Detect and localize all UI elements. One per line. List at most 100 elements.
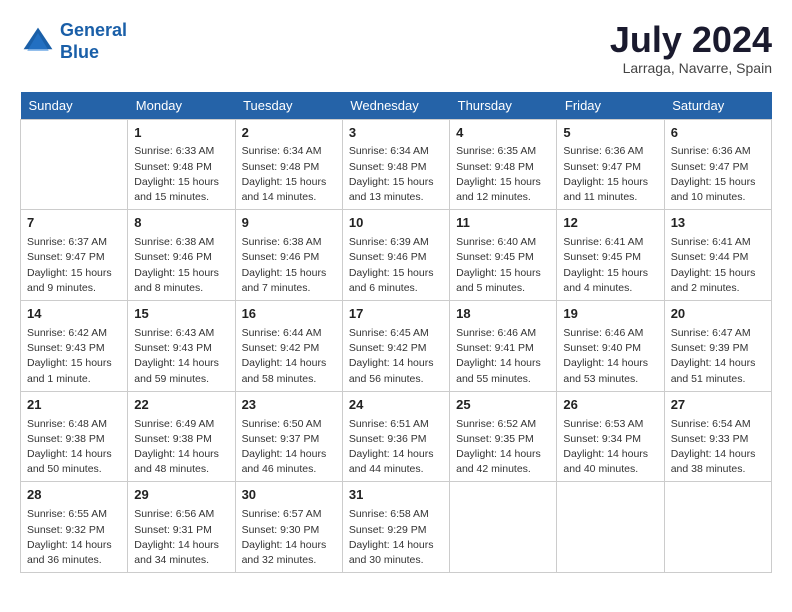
day-number: 20 — [671, 305, 765, 324]
calendar-cell: 6Sunrise: 6:36 AMSunset: 9:47 PMDaylight… — [664, 119, 771, 210]
cell-content: Sunrise: 6:56 AMSunset: 9:31 PMDaylight:… — [134, 507, 228, 568]
calendar-cell — [557, 482, 664, 573]
page-header: General Blue July 2024 Larraga, Navarre,… — [20, 20, 772, 76]
calendar-cell: 25 Sunrise: 6:52 AMSunset: 9:35 PMDayligh… — [450, 391, 557, 482]
calendar-cell: 20 Sunrise: 6:47 AMSunset: 9:39 PMDayligh… — [664, 301, 771, 392]
cell-content: Sunrise: 6:38 AMSunset: 9:46 PMDaylight:… — [242, 235, 336, 296]
week-row-5: 28 Sunrise: 6:55 AMSunset: 9:32 PMDayligh… — [21, 482, 772, 573]
cell-content: Sunrise: 6:38 AMSunset: 9:46 PMDaylight:… — [134, 235, 228, 296]
location: Larraga, Navarre, Spain — [610, 60, 772, 76]
calendar-cell: 16 Sunrise: 6:44 AMSunset: 9:42 PMDayligh… — [235, 301, 342, 392]
cell-content: Sunrise: 6:34 AMSunset: 9:48 PMDaylight:… — [242, 144, 336, 205]
calendar-cell — [450, 482, 557, 573]
header-thursday: Thursday — [450, 92, 557, 120]
day-number: 21 — [27, 396, 121, 415]
calendar-cell: 28 Sunrise: 6:55 AMSunset: 9:32 PMDayligh… — [21, 482, 128, 573]
calendar-cell: 24Sunrise: 6:51 AMSunset: 9:36 PMDayligh… — [342, 391, 449, 482]
calendar-cell: 31Sunrise: 6:58 AMSunset: 9:29 PMDayligh… — [342, 482, 449, 573]
calendar-cell: 14 Sunrise: 6:42 AMSunset: 9:43 PMDayligh… — [21, 301, 128, 392]
cell-content: Sunrise: 6:58 AMSunset: 9:29 PMDaylight:… — [349, 507, 443, 568]
calendar-cell: 3Sunrise: 6:34 AMSunset: 9:48 PMDaylight… — [342, 119, 449, 210]
day-number: 18 — [456, 305, 550, 324]
header-monday: Monday — [128, 92, 235, 120]
cell-content: Sunrise: 6:46 AMSunset: 9:40 PMDaylight:… — [563, 326, 657, 387]
calendar-cell: 11 Sunrise: 6:40 AMSunset: 9:45 PMDayligh… — [450, 210, 557, 301]
cell-content: Sunrise: 6:46 AMSunset: 9:41 PMDaylight:… — [456, 326, 550, 387]
cell-content: Sunrise: 6:40 AMSunset: 9:45 PMDaylight:… — [456, 235, 550, 296]
calendar-cell: 19 Sunrise: 6:46 AMSunset: 9:40 PMDayligh… — [557, 301, 664, 392]
header-saturday: Saturday — [664, 92, 771, 120]
header-tuesday: Tuesday — [235, 92, 342, 120]
cell-content: Sunrise: 6:37 AMSunset: 9:47 PMDaylight:… — [27, 235, 121, 296]
logo: General Blue — [20, 20, 127, 63]
calendar-cell: 4Sunrise: 6:35 AMSunset: 9:48 PMDaylight… — [450, 119, 557, 210]
day-number: 7 — [27, 214, 121, 233]
day-number: 25 — [456, 396, 550, 415]
week-row-3: 14 Sunrise: 6:42 AMSunset: 9:43 PMDayligh… — [21, 301, 772, 392]
calendar-cell: 26Sunrise: 6:53 AMSunset: 9:34 PMDayligh… — [557, 391, 664, 482]
calendar-cell: 2Sunrise: 6:34 AMSunset: 9:48 PMDaylight… — [235, 119, 342, 210]
cell-content: Sunrise: 6:39 AMSunset: 9:46 PMDaylight:… — [349, 235, 443, 296]
calendar-cell: 21Sunrise: 6:48 AMSunset: 9:38 PMDayligh… — [21, 391, 128, 482]
title-block: July 2024 Larraga, Navarre, Spain — [610, 20, 772, 76]
cell-content: Sunrise: 6:34 AMSunset: 9:48 PMDaylight:… — [349, 144, 443, 205]
calendar-cell: 1Sunrise: 6:33 AMSunset: 9:48 PMDaylight… — [128, 119, 235, 210]
calendar-cell: 10 Sunrise: 6:39 AMSunset: 9:46 PMDayligh… — [342, 210, 449, 301]
header-friday: Friday — [557, 92, 664, 120]
cell-content: Sunrise: 6:35 AMSunset: 9:48 PMDaylight:… — [456, 144, 550, 205]
header-wednesday: Wednesday — [342, 92, 449, 120]
day-number: 22 — [134, 396, 228, 415]
day-number: 23 — [242, 396, 336, 415]
calendar-cell: 12 Sunrise: 6:41 AMSunset: 9:45 PMDayligh… — [557, 210, 664, 301]
day-number: 29 — [134, 486, 228, 505]
cell-content: Sunrise: 6:49 AMSunset: 9:38 PMDaylight:… — [134, 417, 228, 478]
calendar-cell: 30Sunrise: 6:57 AMSunset: 9:30 PMDayligh… — [235, 482, 342, 573]
cell-content: Sunrise: 6:33 AMSunset: 9:48 PMDaylight:… — [134, 144, 228, 205]
day-number: 13 — [671, 214, 765, 233]
cell-content: Sunrise: 6:44 AMSunset: 9:42 PMDaylight:… — [242, 326, 336, 387]
cell-content: Sunrise: 6:53 AMSunset: 9:34 PMDaylight:… — [563, 417, 657, 478]
cell-content: Sunrise: 6:41 AMSunset: 9:45 PMDaylight:… — [563, 235, 657, 296]
day-number: 28 — [27, 486, 121, 505]
day-number: 14 — [27, 305, 121, 324]
day-number: 10 — [349, 214, 443, 233]
day-number: 15 — [134, 305, 228, 324]
cell-content: Sunrise: 6:55 AMSunset: 9:32 PMDaylight:… — [27, 507, 121, 568]
calendar-cell: 18 Sunrise: 6:46 AMSunset: 9:41 PMDayligh… — [450, 301, 557, 392]
calendar-cell: 17 Sunrise: 6:45 AMSunset: 9:42 PMDayligh… — [342, 301, 449, 392]
week-row-4: 21Sunrise: 6:48 AMSunset: 9:38 PMDayligh… — [21, 391, 772, 482]
calendar-body: 1Sunrise: 6:33 AMSunset: 9:48 PMDaylight… — [21, 119, 772, 573]
cell-content: Sunrise: 6:52 AMSunset: 9:35 PMDaylight:… — [456, 417, 550, 478]
day-number: 11 — [456, 214, 550, 233]
cell-content: Sunrise: 6:42 AMSunset: 9:43 PMDaylight:… — [27, 326, 121, 387]
calendar-cell: 29 Sunrise: 6:56 AMSunset: 9:31 PMDayligh… — [128, 482, 235, 573]
day-number: 2 — [242, 124, 336, 143]
calendar-table: SundayMondayTuesdayWednesdayThursdayFrid… — [20, 92, 772, 574]
logo-text: General Blue — [60, 20, 127, 63]
calendar-cell: 9 Sunrise: 6:38 AMSunset: 9:46 PMDaylight… — [235, 210, 342, 301]
header-sunday: Sunday — [21, 92, 128, 120]
cell-content: Sunrise: 6:47 AMSunset: 9:39 PMDaylight:… — [671, 326, 765, 387]
day-number: 19 — [563, 305, 657, 324]
calendar-cell: 8 Sunrise: 6:38 AMSunset: 9:46 PMDaylight… — [128, 210, 235, 301]
calendar-cell: 27 Sunrise: 6:54 AMSunset: 9:33 PMDayligh… — [664, 391, 771, 482]
month-title: July 2024 — [610, 20, 772, 60]
day-number: 8 — [134, 214, 228, 233]
calendar-cell: 5Sunrise: 6:36 AMSunset: 9:47 PMDaylight… — [557, 119, 664, 210]
cell-content: Sunrise: 6:45 AMSunset: 9:42 PMDaylight:… — [349, 326, 443, 387]
cell-content: Sunrise: 6:41 AMSunset: 9:44 PMDaylight:… — [671, 235, 765, 296]
day-number: 9 — [242, 214, 336, 233]
day-number: 17 — [349, 305, 443, 324]
calendar-cell: 7 Sunrise: 6:37 AMSunset: 9:47 PMDaylight… — [21, 210, 128, 301]
day-number: 1 — [134, 124, 228, 143]
cell-content: Sunrise: 6:50 AMSunset: 9:37 PMDaylight:… — [242, 417, 336, 478]
calendar-cell — [21, 119, 128, 210]
cell-content: Sunrise: 6:54 AMSunset: 9:33 PMDaylight:… — [671, 417, 765, 478]
calendar-cell — [664, 482, 771, 573]
day-number: 27 — [671, 396, 765, 415]
day-number: 12 — [563, 214, 657, 233]
week-row-2: 7 Sunrise: 6:37 AMSunset: 9:47 PMDaylight… — [21, 210, 772, 301]
day-number: 5 — [563, 124, 657, 143]
day-number: 6 — [671, 124, 765, 143]
day-number: 16 — [242, 305, 336, 324]
